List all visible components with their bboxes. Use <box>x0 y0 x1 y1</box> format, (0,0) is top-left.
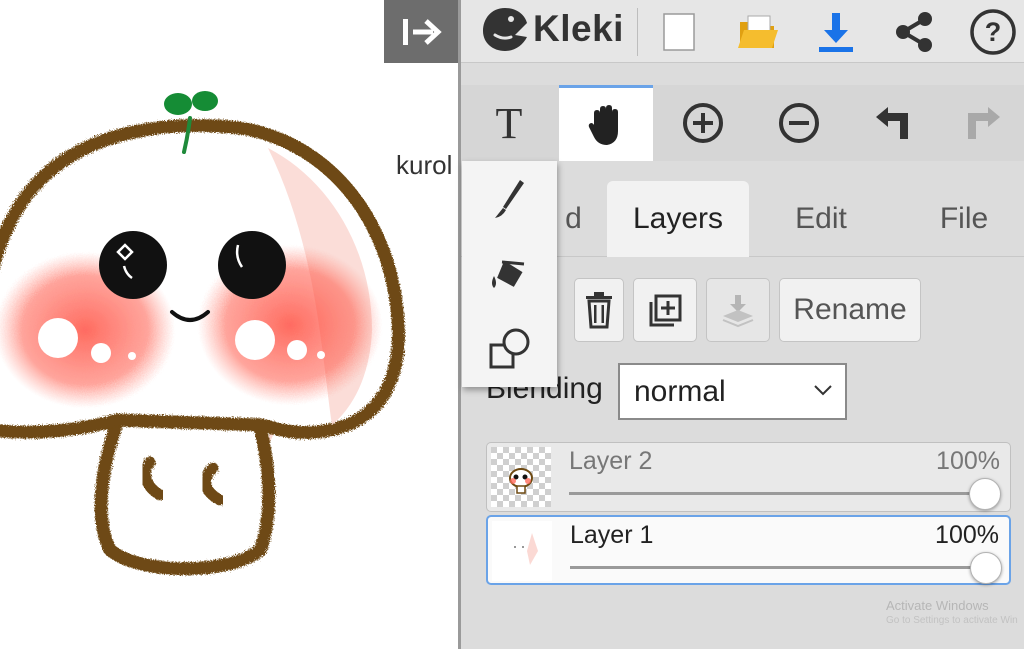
divider <box>637 8 638 56</box>
app-name: Kleki <box>533 8 624 49</box>
drawing-canvas[interactable]: kurol <box>0 0 460 649</box>
shape-icon <box>489 328 529 368</box>
text-tool-button[interactable]: T <box>461 85 557 161</box>
layer-name: Layer 1 <box>570 521 654 549</box>
share-button[interactable] <box>889 0 939 63</box>
undo-button[interactable] <box>845 85 941 161</box>
windows-activation-watermark-sub: Go to Settings to activate Win <box>886 615 1018 626</box>
opacity-slider-knob[interactable] <box>970 552 1002 584</box>
folder-icon <box>738 15 778 48</box>
hand-tool-button[interactable] <box>559 85 653 161</box>
tab-file[interactable]: File <box>901 181 1024 257</box>
shape-tool-option[interactable] <box>462 311 557 386</box>
app-logo: Kleki <box>481 3 624 55</box>
tool-row: T <box>461 85 1024 161</box>
download-icon <box>819 12 853 52</box>
canvas-text-label: kurol <box>396 150 453 180</box>
tab-layers[interactable]: Layers <box>607 181 749 257</box>
opacity-slider-knob[interactable] <box>969 478 1001 510</box>
layer-opacity-value: 100% <box>935 521 999 549</box>
zoom-in-button[interactable] <box>655 85 751 161</box>
arrow-right-to-bar-icon <box>403 18 442 45</box>
merge-down-icon <box>722 295 754 328</box>
hand-icon <box>588 104 618 145</box>
blank-page-icon <box>663 12 695 51</box>
duplicate-layer-button[interactable] <box>633 278 697 342</box>
tab-edit-label: Edit <box>795 202 847 235</box>
merge-down-button[interactable] <box>706 278 770 342</box>
rename-layer-button[interactable]: Rename <box>779 278 921 342</box>
zoom-out-icon <box>779 103 819 143</box>
collapse-sidebar-button[interactable] <box>384 0 460 63</box>
layer-item[interactable]: Layer 2 100% <box>486 442 1011 512</box>
download-button[interactable] <box>811 0 861 63</box>
brush-icon <box>494 179 524 218</box>
brush-tool-option[interactable] <box>462 161 557 236</box>
blending-select[interactable]: normal <box>618 363 847 420</box>
redo-icon <box>968 107 1000 139</box>
windows-activation-watermark: Activate Windows <box>886 598 989 613</box>
duplicate-icon <box>649 294 682 327</box>
tab-file-label: File <box>939 202 989 235</box>
paint-bucket-option[interactable] <box>462 236 557 311</box>
share-icon <box>896 11 932 52</box>
zoom-in-icon <box>683 103 723 143</box>
opacity-slider-track[interactable] <box>570 566 980 569</box>
layer-opacity-value: 100% <box>936 447 1000 475</box>
undo-icon <box>876 107 908 139</box>
top-bar: Kleki ? <box>461 0 1024 63</box>
redo-button[interactable] <box>939 85 1024 161</box>
blending-value: normal <box>634 374 726 408</box>
new-image-button[interactable] <box>657 0 701 63</box>
help-icon: ? <box>970 8 1016 55</box>
tab-brush[interactable]: d <box>561 181 586 257</box>
layer-thumbnail <box>492 521 552 581</box>
open-file-button[interactable] <box>733 0 783 63</box>
delete-layer-button[interactable] <box>574 278 624 342</box>
trash-icon <box>586 292 612 329</box>
rename-label: Rename <box>793 293 907 326</box>
zoom-out-button[interactable] <box>751 85 847 161</box>
tool-dropdown <box>462 161 557 387</box>
svg-text:?: ? <box>985 17 1002 47</box>
tab-layers-label: Layers <box>632 202 724 235</box>
tab-edit[interactable]: Edit <box>761 181 881 257</box>
layer-thumbnail <box>491 447 551 507</box>
tab-brush-label: d <box>565 202 582 235</box>
layer-item-selected[interactable]: Layer 1 100% <box>486 515 1011 585</box>
layer-name: Layer 2 <box>569 447 653 475</box>
kleki-logo-icon <box>483 8 527 51</box>
text-tool-icon: T <box>495 98 523 148</box>
chevron-down-icon <box>814 385 832 396</box>
opacity-slider-track[interactable] <box>569 492 979 495</box>
mushroom-drawing <box>0 91 405 576</box>
app-root: kurol Kleki ? T d Layers Edit File Renam… <box>0 0 1024 649</box>
paint-bucket-icon <box>491 260 524 288</box>
help-button[interactable]: ? <box>965 0 1021 63</box>
